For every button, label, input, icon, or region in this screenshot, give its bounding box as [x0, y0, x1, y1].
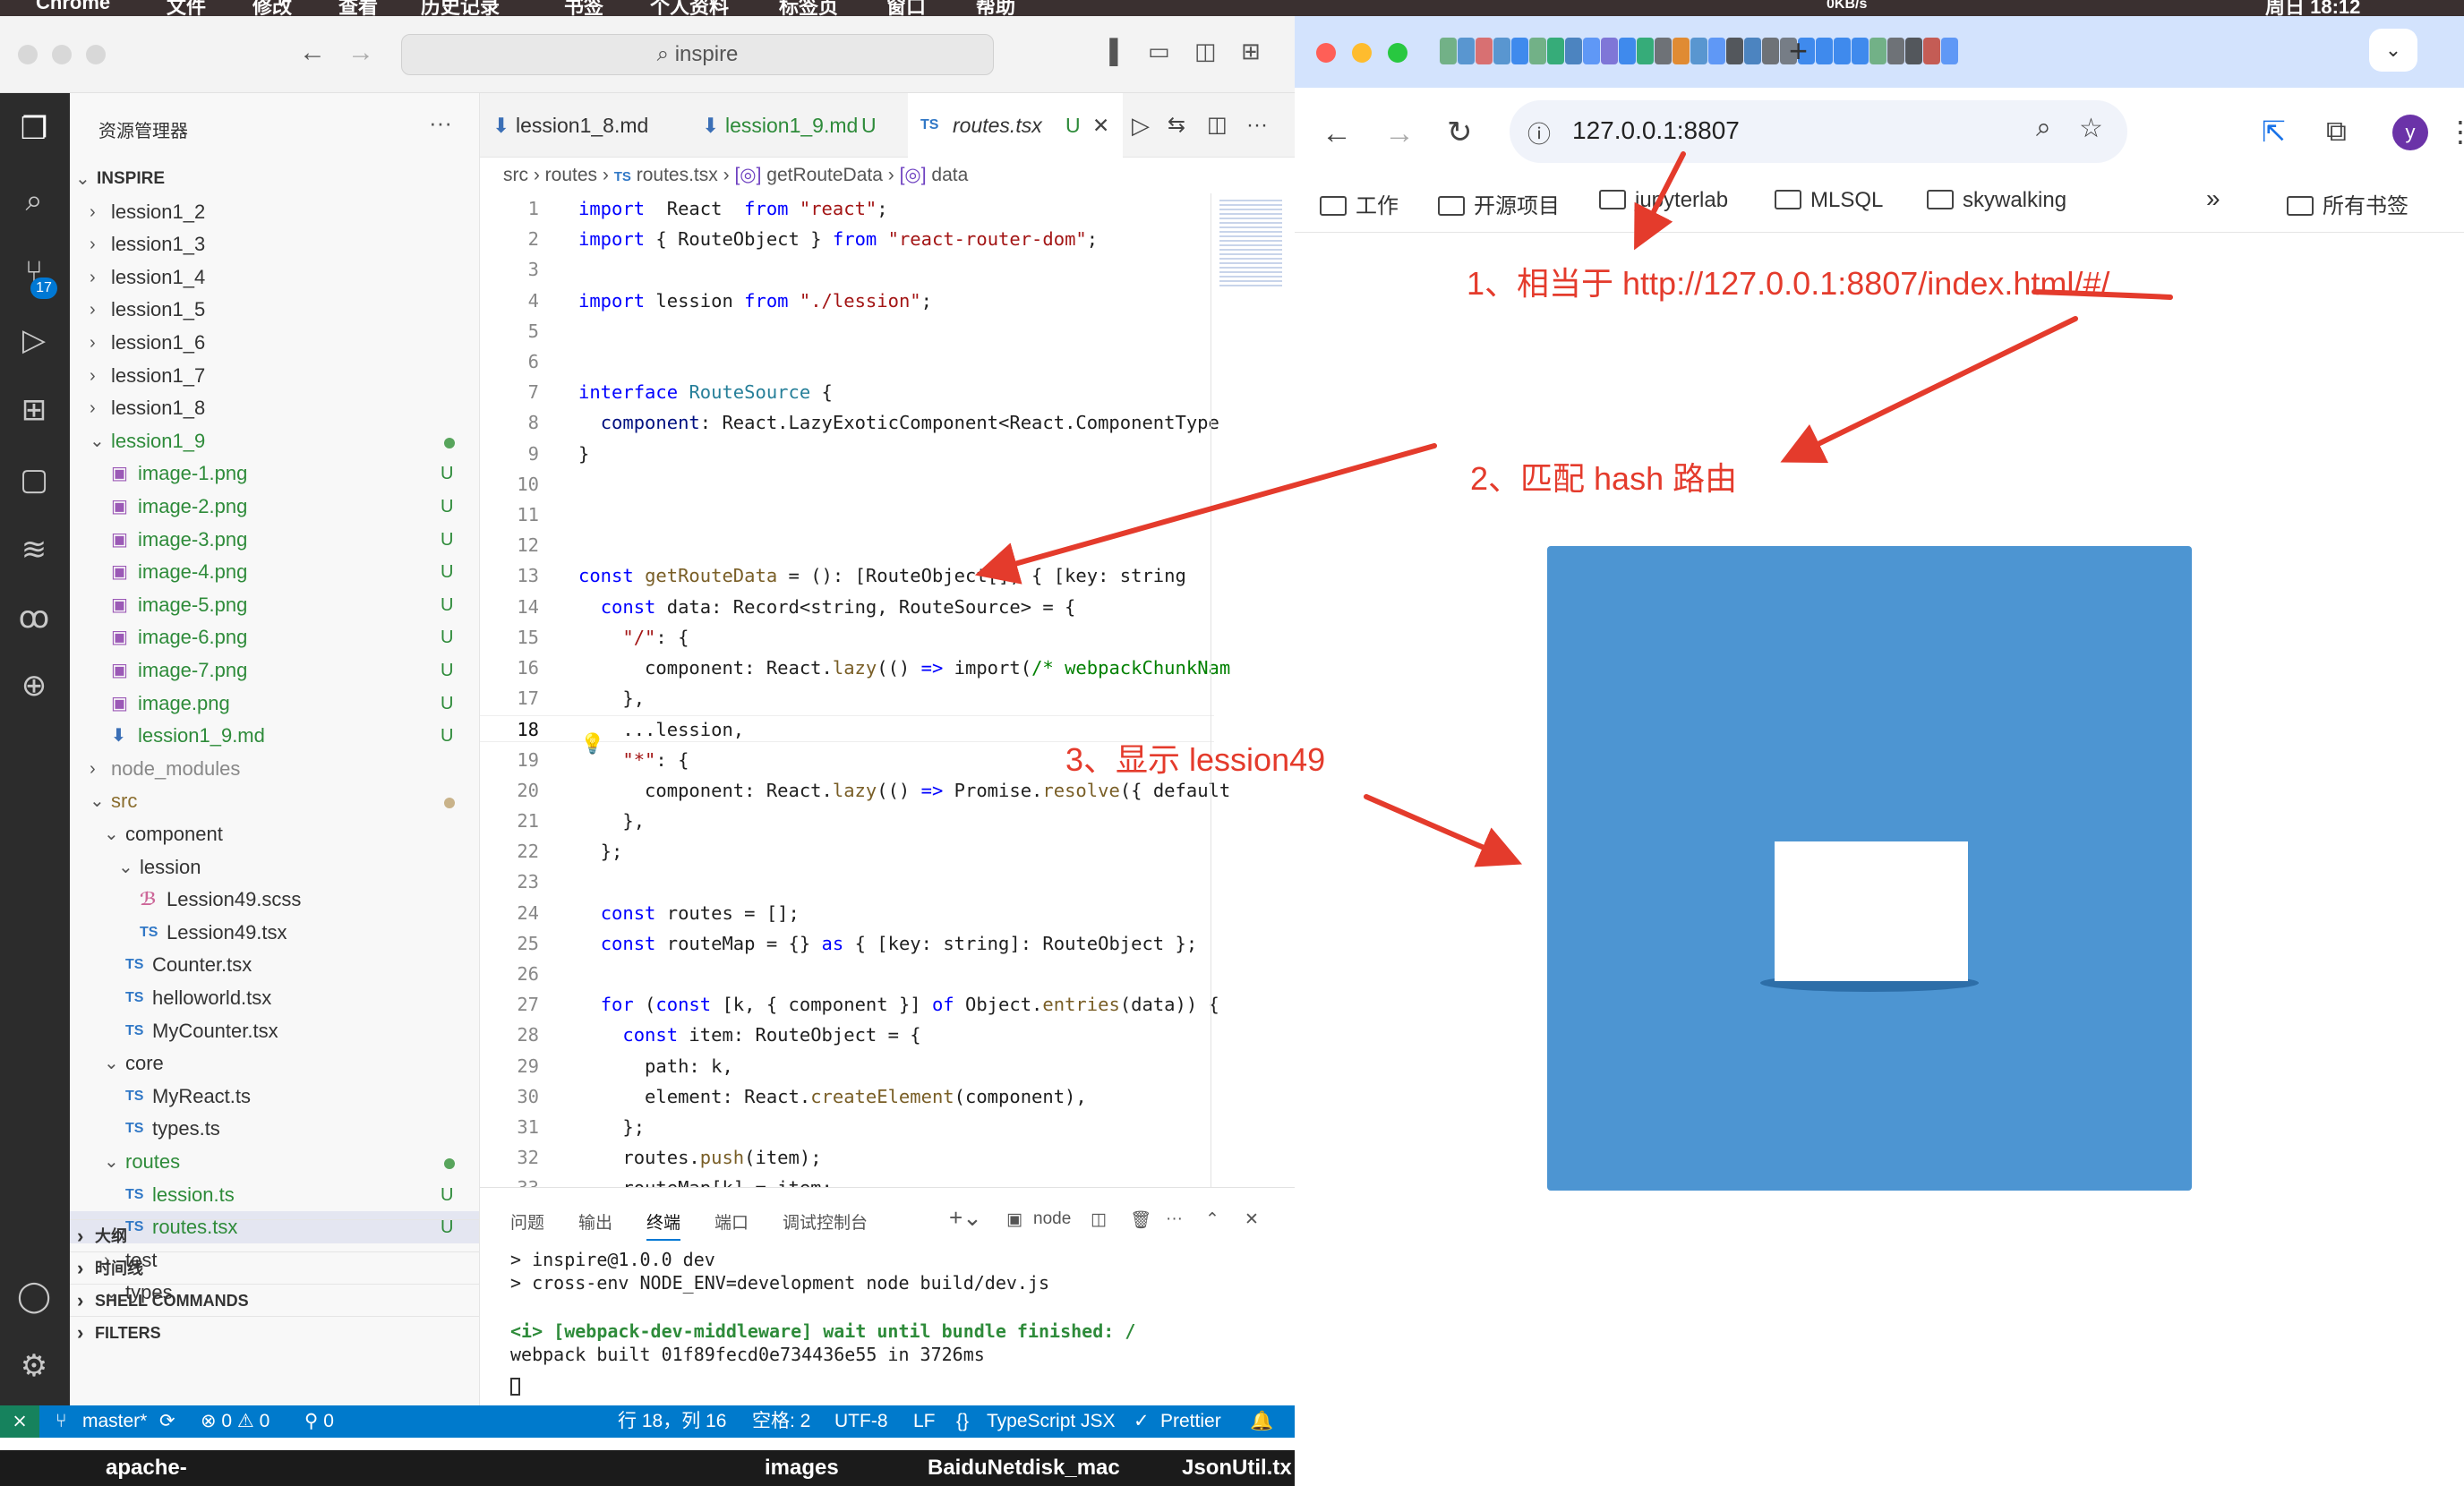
url-hash-underline — [2032, 289, 2173, 300]
arrow-4 — [1364, 794, 1523, 867]
arrow-3 — [974, 443, 1437, 585]
annotation-arrows — [974, 151, 2173, 867]
arrow-2 — [1780, 316, 2078, 464]
arrow-1 — [1634, 151, 1686, 251]
